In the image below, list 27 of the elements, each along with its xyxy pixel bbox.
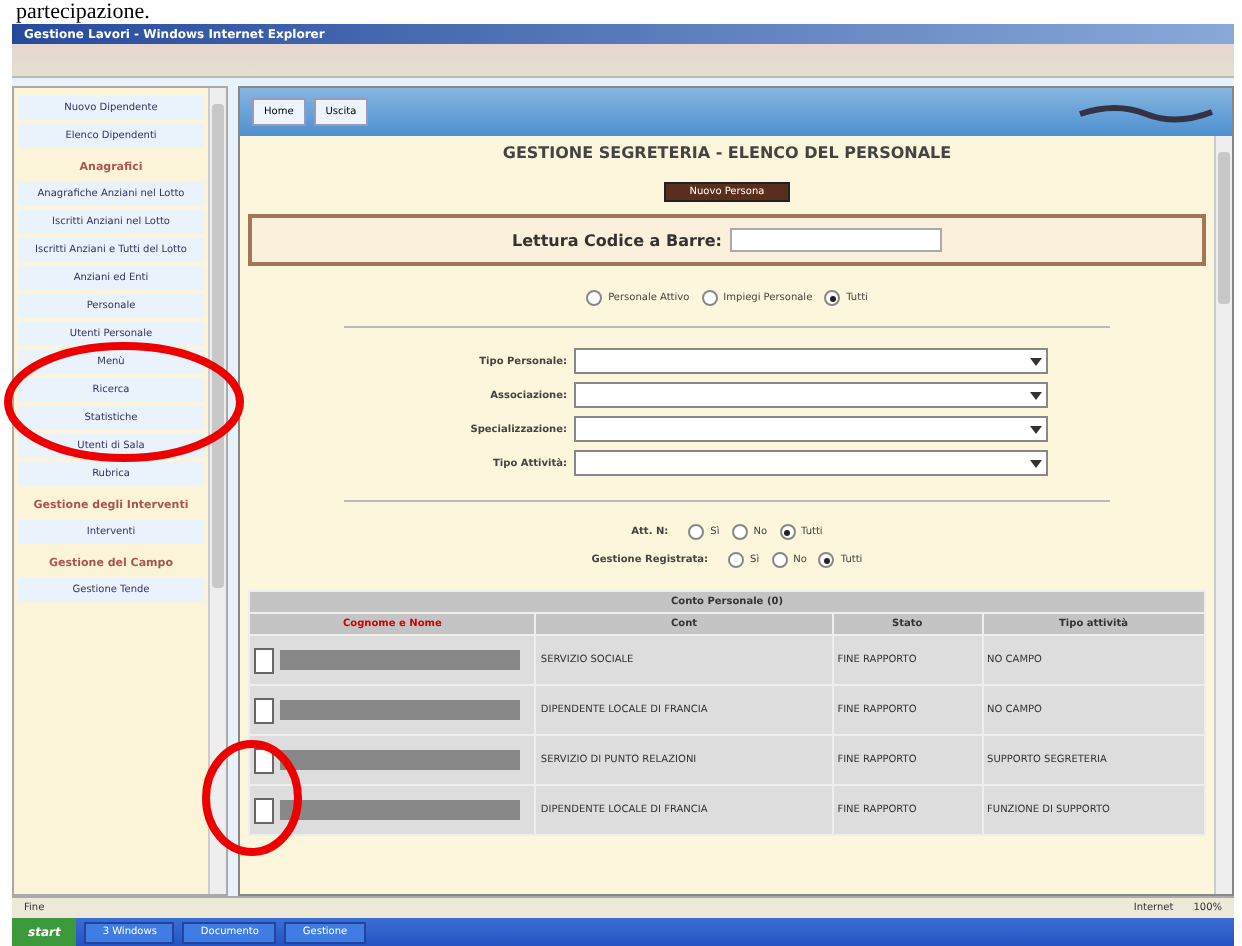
dropdown-arrow-icon — [1029, 357, 1041, 365]
radio-button[interactable] — [771, 552, 788, 568]
dropdown-arrow-icon — [1029, 425, 1041, 433]
document-icon[interactable] — [254, 647, 274, 673]
page-title: GESTIONE SEGRETERIA - ELENCO DEL PERSONALE — [502, 144, 952, 162]
radio-button[interactable] — [731, 524, 748, 540]
caption-text: partecipazione. — [14, 0, 152, 24]
dropdown-field[interactable] — [573, 416, 1047, 442]
document-icon[interactable] — [254, 797, 274, 823]
radio-button[interactable] — [701, 290, 718, 306]
radio-button[interactable] — [586, 290, 603, 306]
dropdown-field[interactable] — [573, 348, 1047, 374]
dropdown-field[interactable] — [573, 450, 1047, 476]
radio-button[interactable] — [728, 552, 745, 568]
dropdown-arrow-icon — [1029, 391, 1041, 399]
dropdown-field[interactable] — [573, 382, 1047, 408]
radio-button[interactable] — [688, 524, 705, 540]
scrollbar[interactable] — [1214, 136, 1232, 894]
radio-button[interactable] — [818, 552, 835, 568]
radio-button[interactable] — [779, 524, 796, 540]
document-icon[interactable] — [254, 697, 274, 723]
annotation-ellipse — [202, 740, 302, 856]
barcode-field[interactable] — [729, 228, 942, 252]
barcode-label: Lettura Codice a Barre: — [512, 231, 722, 249]
radio-button[interactable] — [824, 290, 841, 306]
scrollbar[interactable] — [208, 88, 226, 894]
dropdown-arrow-icon — [1029, 459, 1041, 467]
